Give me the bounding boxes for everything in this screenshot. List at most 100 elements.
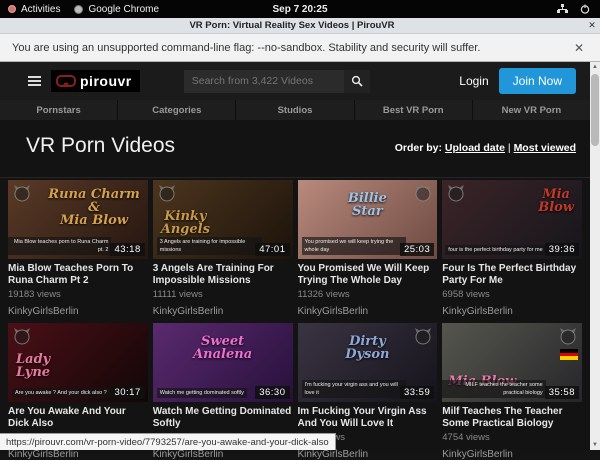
- nav-item-pornstars[interactable]: Pornstars: [0, 100, 117, 120]
- video-card: Mia Blow MILF teaches the teacher some p…: [442, 323, 582, 460]
- nav-item-studios[interactable]: Studios: [236, 100, 353, 120]
- video-thumbnail[interactable]: Lady Lyne Are you awake ? And your dick …: [8, 323, 148, 402]
- studio-cat-mask-icon: [12, 327, 32, 347]
- browser-tab-title[interactable]: VR Porn: Virtual Reality Sex Videos | Pi…: [0, 20, 584, 31]
- duration-badge: 33:59: [400, 386, 434, 399]
- system-top-bar: Activities Google Chrome Sep 7 20:25: [0, 0, 600, 18]
- video-title[interactable]: Milf Teaches The Teacher Some Practical …: [442, 406, 582, 429]
- thumbnail-overlay-text: Kinky Angels: [161, 210, 210, 236]
- thumbnail-caption: Are you awake ? And your dick also ?: [12, 388, 110, 398]
- video-thumbnail[interactable]: Dirty Dyson I'm fucking your virgin ass …: [298, 323, 438, 402]
- thumbnail-caption: You promised we will keep trying the who…: [302, 237, 407, 256]
- studio-cat-mask-icon: [446, 184, 466, 204]
- activities-button[interactable]: Activities: [8, 4, 60, 15]
- video-title[interactable]: Im Fucking Your Virgin Ass And You Will …: [298, 406, 438, 429]
- video-title[interactable]: You Promised We Will Keep Trying The Who…: [298, 263, 438, 286]
- vr-goggles-icon: [56, 75, 76, 87]
- duration-badge: 35:58: [545, 386, 579, 399]
- video-thumbnail[interactable]: Sweet Analena Watch me getting dominated…: [153, 323, 293, 402]
- duration-badge: 30:17: [110, 386, 144, 399]
- video-views: 11111 views: [153, 289, 293, 300]
- order-by: Order by: Upload date | Most viewed: [395, 142, 576, 154]
- duration-badge: 47:01: [255, 243, 289, 256]
- site-header: pirouvr Login Join Now: [0, 62, 590, 100]
- studio-link[interactable]: KinkyGirlsBerlin: [153, 449, 293, 460]
- studio-link[interactable]: KinkyGirlsBerlin: [8, 449, 148, 460]
- video-card: Billie Star You promised we will keep tr…: [298, 180, 438, 317]
- studio-link[interactable]: KinkyGirlsBerlin: [153, 306, 293, 317]
- video-views: 4754 views: [442, 432, 582, 443]
- thumbnail-caption: 3 Angels are training for impossible mis…: [157, 237, 262, 256]
- video-thumbnail[interactable]: Runa Charm & Mia Blow Mia Blow teaches p…: [8, 180, 148, 259]
- studio-link[interactable]: KinkyGirlsBerlin: [8, 306, 148, 317]
- order-separator: |: [508, 142, 511, 154]
- power-icon[interactable]: [580, 4, 590, 14]
- nav-item-best-vr[interactable]: Best VR Porn: [355, 100, 472, 120]
- video-title[interactable]: Four Is The Perfect Birthday Party For M…: [442, 263, 582, 286]
- studio-link[interactable]: KinkyGirlsBerlin: [298, 449, 438, 460]
- thumbnail-overlay-text: Dirty Dyson: [298, 335, 438, 361]
- network-icon[interactable]: [557, 4, 568, 14]
- order-upload-date-link[interactable]: Upload date: [445, 142, 505, 154]
- page-header: VR Porn Videos Order by: Upload date | M…: [0, 120, 590, 178]
- page-scrollbar[interactable]: ▲ ▼: [590, 62, 600, 450]
- thumbnail-caption: I'm fucking your virgin ass and you will…: [302, 380, 407, 399]
- browser-tab-bar: VR Porn: Virtual Reality Sex Videos | Pi…: [0, 18, 600, 34]
- site-logo[interactable]: pirouvr: [51, 70, 140, 92]
- infobar-close-icon[interactable]: ✕: [570, 41, 588, 55]
- search-button[interactable]: [344, 70, 370, 93]
- chrome-infobar: You are using an unsupported command-lin…: [0, 34, 600, 62]
- video-views: 6958 views: [442, 289, 582, 300]
- scroll-up-icon[interactable]: ▲: [590, 62, 600, 72]
- studio-link[interactable]: KinkyGirlsBerlin: [442, 306, 582, 317]
- search-bar: [184, 70, 370, 93]
- video-card: Kinky Angels 3 Angels are training for i…: [153, 180, 293, 317]
- scroll-down-icon[interactable]: ▼: [590, 440, 600, 450]
- login-link[interactable]: Login: [459, 74, 488, 88]
- thumbnail-overlay-text: Lady Lyne: [16, 353, 50, 379]
- duration-badge: 43:18: [110, 243, 144, 256]
- page-viewport: pirouvr Login Join Now Pornstars Categor…: [0, 62, 600, 450]
- duration-badge: 36:30: [255, 386, 289, 399]
- video-title[interactable]: 3 Angels Are Training For Impossible Mis…: [153, 263, 293, 286]
- video-title[interactable]: Are You Awake And Your Dick Also: [8, 406, 148, 429]
- german-flag-icon: [560, 349, 578, 360]
- video-thumbnail[interactable]: Kinky Angels 3 Angels are training for i…: [153, 180, 293, 259]
- search-input[interactable]: [184, 70, 344, 93]
- thumbnail-overlay-text: Sweet Analena: [153, 335, 293, 361]
- video-grid: Runa Charm & Mia Blow Mia Blow teaches p…: [8, 180, 582, 460]
- thumbnail-overlay-text: Billie Star: [298, 192, 438, 218]
- scrollbar-thumb[interactable]: [591, 74, 599, 146]
- chrome-app-menu[interactable]: Google Chrome: [74, 4, 159, 15]
- tab-close-icon[interactable]: ✕: [584, 20, 600, 31]
- video-card: Runa Charm & Mia Blow Mia Blow teaches p…: [8, 180, 148, 317]
- video-title[interactable]: Watch Me Getting Dominated Softly: [153, 406, 293, 429]
- duration-badge: 39:36: [545, 243, 579, 256]
- video-thumbnail[interactable]: Billie Star You promised we will keep tr…: [298, 180, 438, 259]
- duration-badge: 25:03: [400, 243, 434, 256]
- site-logo-text: pirouvr: [80, 73, 132, 89]
- hamburger-menu-icon[interactable]: [28, 76, 41, 86]
- order-most-viewed-link[interactable]: Most viewed: [514, 142, 576, 154]
- order-by-label: Order by:: [395, 142, 442, 154]
- thumbnail-overlay-text: Mia Blow: [538, 188, 574, 214]
- activities-icon: [8, 5, 16, 13]
- studio-cat-mask-icon: [12, 184, 32, 204]
- video-views: 19183 views: [8, 289, 148, 300]
- studio-link[interactable]: KinkyGirlsBerlin: [298, 306, 438, 317]
- join-now-button[interactable]: Join Now: [499, 68, 576, 94]
- nav-item-categories[interactable]: Categories: [118, 100, 235, 120]
- video-thumbnail[interactable]: Mia Blow MILF teaches the teacher some p…: [442, 323, 582, 402]
- nav-item-new-vr[interactable]: New VR Porn: [473, 100, 590, 120]
- video-card: Mia Blow four is the perfect birthday pa…: [442, 180, 582, 317]
- studio-cat-mask-icon: [157, 184, 177, 204]
- video-thumbnail[interactable]: Mia Blow four is the perfect birthday pa…: [442, 180, 582, 259]
- video-views: 11326 views: [298, 289, 438, 300]
- studio-cat-mask-icon: [558, 327, 578, 347]
- video-title[interactable]: Mia Blow Teaches Porn To Runa Charm Pt 2: [8, 263, 148, 286]
- chrome-icon: [74, 5, 83, 14]
- studio-link[interactable]: KinkyGirlsBerlin: [442, 449, 582, 460]
- page-title: VR Porn Videos: [26, 134, 175, 158]
- thumbnail-caption: MILF teaches the teacher some practical …: [442, 380, 545, 399]
- thumbnail-caption: Mia Blow teaches porn to Runa Charm pt. …: [8, 237, 111, 256]
